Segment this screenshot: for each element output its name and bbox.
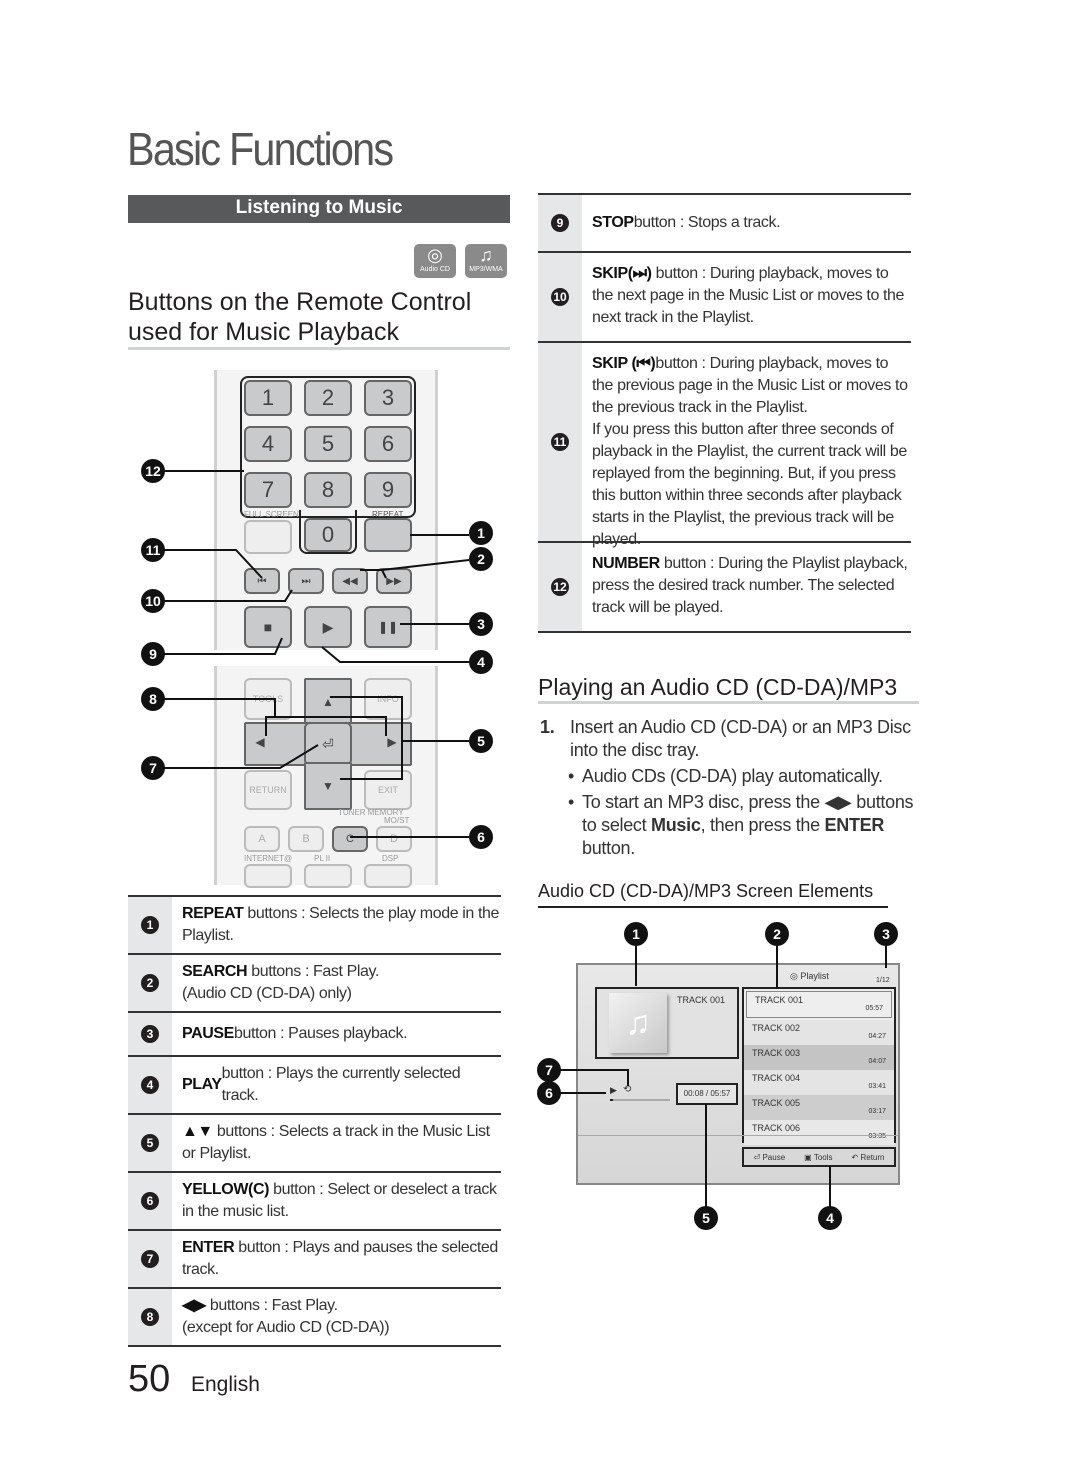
screen-callout-5: 5 [694, 1206, 718, 1230]
screen-leader-lines [560, 946, 887, 1207]
screen-callout-7: 7 [537, 1058, 561, 1082]
screen-callout-2: 2 [765, 922, 789, 946]
screen-callout-6: 6 [537, 1081, 561, 1105]
screen-callout-4: 4 [818, 1206, 842, 1230]
screen-callout-1: 1 [624, 922, 648, 946]
screen-callout-3: 3 [874, 922, 898, 946]
